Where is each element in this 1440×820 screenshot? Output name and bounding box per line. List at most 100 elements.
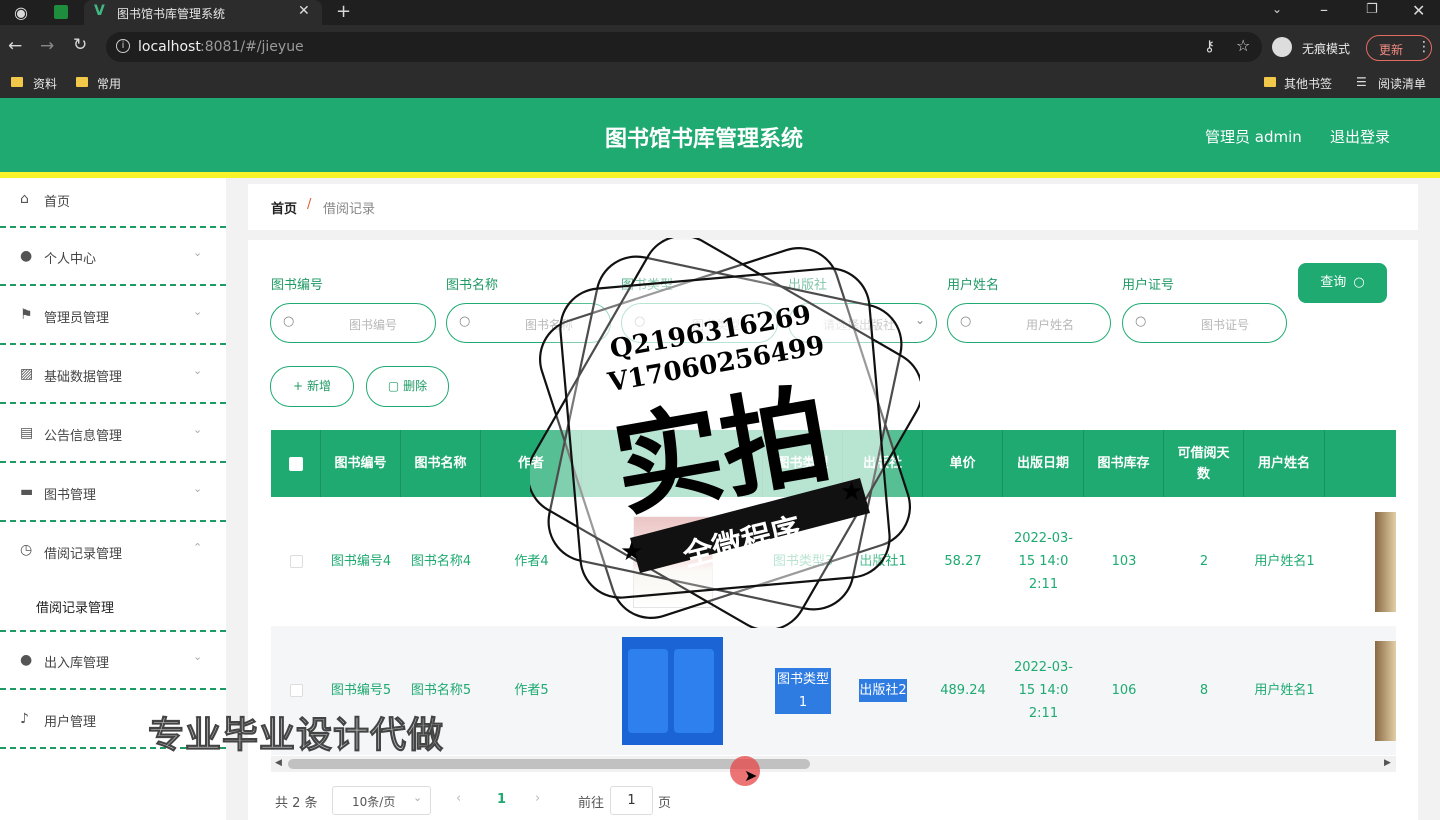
cell-borrow-days: 2 <box>1199 554 1209 569</box>
next-page-icon[interactable]: › <box>535 791 540 806</box>
user-photo-image <box>1375 511 1396 612</box>
col-header-user-name[interactable]: 用户姓名 <box>1244 430 1325 497</box>
col-header-borrow-days[interactable]: 可借阅天数 <box>1164 430 1244 497</box>
scroll-right-arrow-icon[interactable]: ▶ <box>1384 758 1391 768</box>
goto-prefix: 前往 <box>578 796 605 811</box>
search-button[interactable]: 查询 ○ <box>1298 263 1387 303</box>
filter-label-user-name: 用户姓名 <box>947 278 1000 293</box>
address-bar: ← → ↻ i localhost :8081/#/jieyue ⚷ ☆ 无痕模… <box>0 25 1440 69</box>
key-icon[interactable]: ⚷ <box>1204 37 1215 55</box>
sidebar-item-basedata[interactable]: ▨ 基础数据管理 ⌄ <box>0 346 226 404</box>
col-header-book-no[interactable]: 图书编号 <box>321 430 401 497</box>
bookmark-reading-list[interactable]: 阅读清单 <box>1378 75 1426 92</box>
forward-icon[interactable]: → <box>40 36 54 56</box>
star-icon[interactable]: ☆ <box>1236 36 1250 55</box>
folder-icon <box>1264 77 1276 87</box>
maximize-icon[interactable]: ❐ <box>1366 2 1378 17</box>
filter-label-book-name: 图书名称 <box>446 278 499 293</box>
book-type-input[interactable]: ○ 图书类型 <box>621 303 778 343</box>
sidebar-item-borrow[interactable]: ◷ 借阅记录管理 ⌃ 借阅记录管理 <box>0 523 226 632</box>
prev-page-icon[interactable]: ‹ <box>456 791 461 806</box>
book-no-input[interactable]: ○ 图书编号 <box>270 303 436 343</box>
app-header: 图书馆书库管理系统 管理员 admin 退出登录 <box>0 98 1440 172</box>
cell-pub-date-text: 2022-03-15 14:02:11 <box>1013 531 1073 592</box>
add-button[interactable]: + 新增 <box>270 366 354 407</box>
page-size-select[interactable]: 10条/页 ⌄ <box>332 786 431 815</box>
search-icon: ○ <box>1353 275 1365 290</box>
cell-pub-date: 2022-03-15 14:02:11 <box>1003 626 1084 755</box>
cell-pub-date: 2022-03-15 14:02:11 <box>1003 497 1084 626</box>
chevron-down-icon: ⌄ <box>413 791 423 804</box>
select-all-cell <box>271 430 321 497</box>
scroll-left-arrow-icon[interactable]: ◀ <box>275 758 282 768</box>
col-header-publisher[interactable]: 出版社 <box>843 430 923 497</box>
trash-icon: ▢ <box>387 379 400 393</box>
publisher-select[interactable]: 请选择出版社 ⌄ <box>788 303 937 343</box>
placeholder: 图书编号 <box>349 318 398 332</box>
cell-user-name: 用户姓名1 <box>1244 626 1325 755</box>
search-icon: ○ <box>1135 314 1147 329</box>
page-size-value: 10条/页 <box>352 795 396 809</box>
goto-page-input[interactable]: 1 <box>610 786 653 815</box>
url-field[interactable]: i localhost :8081/#/jieyue ⚷ ☆ <box>106 32 1262 62</box>
card-no-input[interactable]: ○ 图书证号 <box>1122 303 1287 343</box>
clock-icon: ◷ <box>20 542 33 558</box>
sidebar-item-label: 公告信息管理 <box>44 429 123 444</box>
table-header: 图书编号 图书名称 作者 图书类型 出版社 单价 出版日期 图书库存 可借阅天数… <box>271 430 1396 497</box>
bookmark-other[interactable]: 其他书签 <box>1284 75 1332 92</box>
chevron-down-icon: ⌄ <box>193 246 203 259</box>
user-name-input[interactable]: ○ 用户姓名 <box>947 303 1111 343</box>
goto-page-value: 1 <box>627 793 636 808</box>
tab-title: 图书馆书库管理系统 <box>117 7 226 21</box>
url-path: :8081/#/jieyue <box>200 39 304 55</box>
breadcrumb-home[interactable]: 首页 <box>271 198 297 217</box>
more-icon[interactable]: ⋮ <box>1417 39 1431 55</box>
row-checkbox[interactable] <box>289 555 303 568</box>
sidebar-item-label: 借阅记录管理 <box>44 547 123 562</box>
sidebar-item-profile[interactable]: ● 个人中心 ⌄ <box>0 228 226 286</box>
cell-publisher: 出版社1 <box>859 554 907 569</box>
book-name-input[interactable]: ○ 图书名称 <box>446 303 611 343</box>
chevron-down-icon: ⌄ <box>915 313 926 327</box>
tab-close-icon[interactable]: ✕ <box>298 3 310 19</box>
filter-label-book-no: 图书编号 <box>271 278 324 293</box>
sidebar-item-inventory[interactable]: ● 出入库管理 ⌄ <box>0 632 226 690</box>
bookmark-changyong[interactable]: 常用 <box>97 75 121 92</box>
mouse-cursor-icon: ➤ <box>744 766 758 785</box>
reading-list-icon: ☰ <box>1356 75 1367 89</box>
sidebar-item-books[interactable]: ▬ 图书管理 ⌄ <box>0 464 226 522</box>
incognito-icon[interactable] <box>1272 37 1292 57</box>
col-header-book-name[interactable]: 图书名称 <box>401 430 481 497</box>
bookmark-ziliao[interactable]: 资料 <box>33 75 57 92</box>
table-horizontal-scrollbar[interactable]: ◀ ▶ <box>271 756 1396 772</box>
globe-icon[interactable]: ◉ <box>14 3 28 22</box>
row-checkbox[interactable] <box>289 684 303 697</box>
site-info-icon[interactable]: i <box>116 39 130 53</box>
sheet-tab-icon[interactable] <box>54 5 68 19</box>
minimize-icon[interactable]: – <box>1320 0 1328 19</box>
logout-link[interactable]: 退出登录 <box>1330 126 1390 147</box>
submenu-item-borrow[interactable]: 借阅记录管理 <box>36 597 114 616</box>
update-button[interactable]: 更新 ⋮ <box>1366 35 1432 61</box>
back-icon[interactable]: ← <box>8 36 22 56</box>
delete-button[interactable]: ▢ 删除 <box>366 366 449 407</box>
col-header-stock[interactable]: 图书库存 <box>1084 430 1164 497</box>
sidebar-item-home[interactable]: ⌂ 首页 <box>0 178 226 228</box>
tab-list-icon[interactable]: ⌄ <box>1272 2 1282 16</box>
reload-icon[interactable]: ↻ <box>73 35 87 55</box>
col-header-book-type[interactable]: 图书类型 <box>763 430 843 497</box>
col-header-pub-date[interactable]: 出版日期 <box>1003 430 1084 497</box>
col-header-price[interactable]: 单价 <box>923 430 1003 497</box>
select-all-checkbox[interactable] <box>288 456 303 471</box>
col-header-author[interactable]: 作者 <box>481 430 582 497</box>
table-row[interactable]: 图书编号4 图书名称4 作者4 图书类型3 出版社1 58.27 2022-03… <box>271 497 1396 626</box>
active-tab[interactable]: V 图书馆书库管理系统 ✕ <box>84 0 322 25</box>
sidebar-item-notices[interactable]: ▤ 公告信息管理 ⌄ <box>0 405 226 463</box>
current-page[interactable]: 1 <box>497 792 506 807</box>
admin-label: 管理员 admin <box>1205 128 1302 146</box>
sidebar-item-admins[interactable]: ⚑ 管理员管理 ⌄ <box>0 287 226 345</box>
cell-user-name-text: 用户姓名1 <box>1254 554 1315 569</box>
incognito-label: 无痕模式 <box>1302 42 1351 56</box>
new-tab-icon[interactable]: + <box>336 1 351 22</box>
close-window-icon[interactable]: ✕ <box>1412 1 1425 20</box>
